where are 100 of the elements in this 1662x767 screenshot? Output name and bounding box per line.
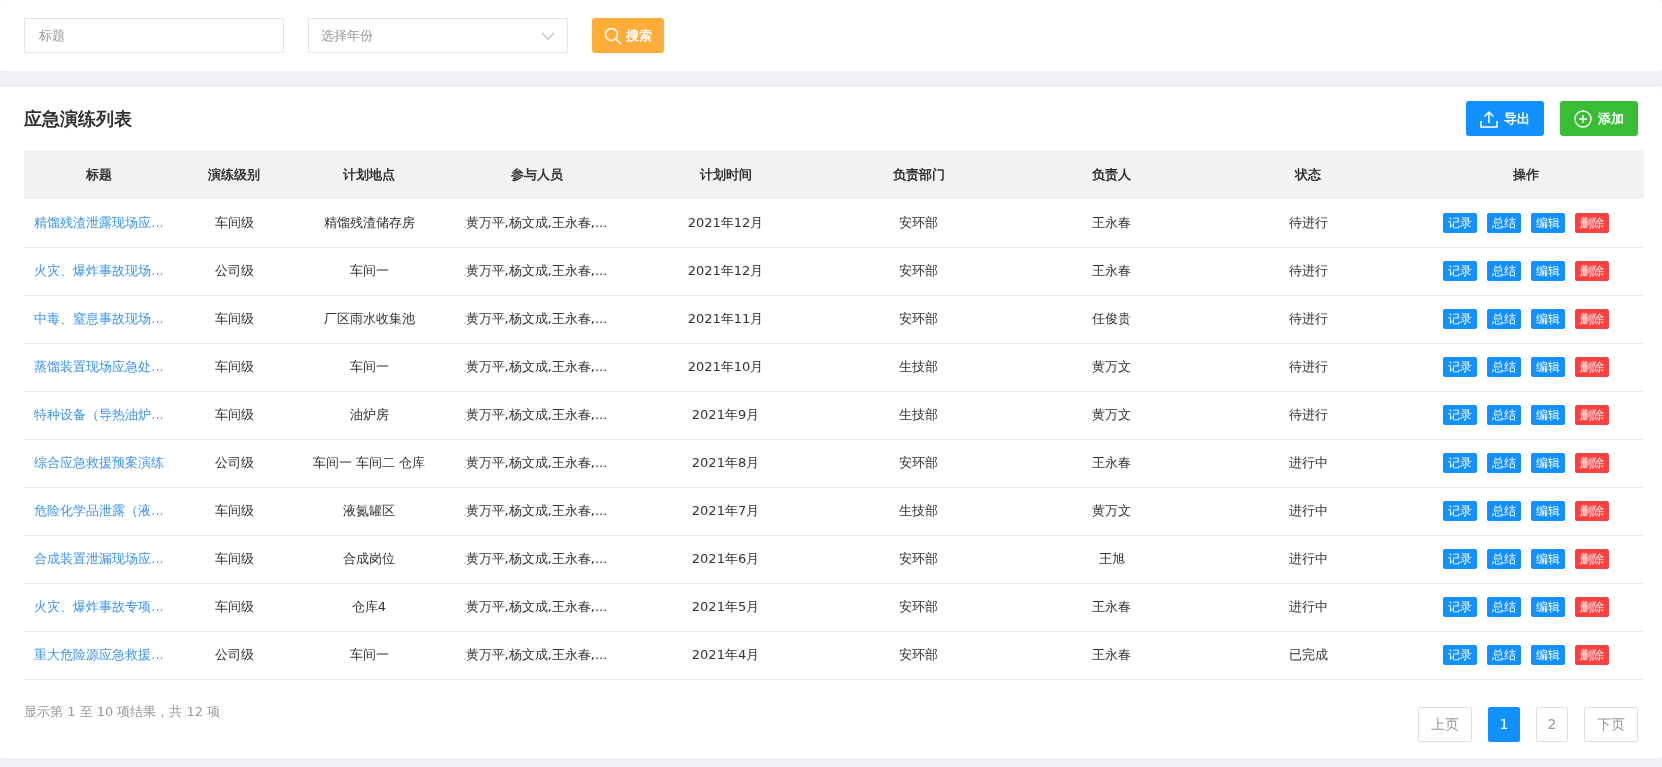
table-cell: 黄万文 bbox=[1092, 503, 1131, 519]
edit-button[interactable]: 编辑 bbox=[1531, 405, 1565, 425]
record-button[interactable]: 记录 bbox=[1443, 453, 1477, 473]
summary-button[interactable]: 总结 bbox=[1487, 549, 1521, 569]
edit-button[interactable]: 编辑 bbox=[1531, 309, 1565, 329]
summary-button[interactable]: 总结 bbox=[1487, 501, 1521, 521]
record-button[interactable]: 记录 bbox=[1443, 212, 1477, 233]
table-cell: 待进行 bbox=[1288, 215, 1328, 230]
table-cell: 2021年4月 bbox=[691, 647, 760, 663]
edit-button[interactable]: 编辑 bbox=[1531, 501, 1565, 521]
year-select[interactable]: 选择年份 bbox=[308, 18, 568, 53]
page-button[interactable]: 2 bbox=[1536, 706, 1568, 742]
page-button[interactable]: 1 bbox=[1488, 706, 1520, 742]
record-button[interactable]: 记录 bbox=[1443, 357, 1477, 377]
table-cell: 公司级 bbox=[214, 263, 254, 279]
edit-button[interactable]: 编辑 bbox=[1531, 453, 1565, 473]
table-cell: 王永春 bbox=[1092, 599, 1131, 615]
drill-title-link[interactable]: 火灾、爆炸事故专项... bbox=[34, 599, 164, 615]
drill-title-link[interactable]: 危险化学品泄露（液... bbox=[34, 503, 164, 519]
search-icon bbox=[604, 26, 622, 45]
delete-button[interactable]: 删除 bbox=[1575, 645, 1609, 665]
drill-title-link[interactable]: 中毒、窒息事故现场... bbox=[34, 311, 164, 327]
record-button[interactable]: 记录 bbox=[1443, 645, 1477, 665]
page-nav-button[interactable]: 上页 bbox=[1418, 706, 1472, 742]
edit-button[interactable]: 编辑 bbox=[1531, 212, 1565, 233]
table-cell: 车间一 bbox=[349, 647, 389, 663]
edit-button[interactable]: 编辑 bbox=[1531, 549, 1565, 569]
table-cell: 安环部 bbox=[899, 455, 938, 471]
drill-title-link[interactable]: 特种设备（导热油炉... bbox=[34, 407, 164, 423]
table-cell: 进行中 bbox=[1288, 503, 1328, 519]
column-header: 计划时间 bbox=[629, 150, 822, 199]
edit-button[interactable]: 编辑 bbox=[1531, 645, 1565, 665]
record-button[interactable]: 记录 bbox=[1443, 597, 1477, 617]
delete-button[interactable]: 删除 bbox=[1575, 309, 1609, 329]
table-cell: 仓库4 bbox=[351, 599, 387, 615]
table-cell: 2021年8月 bbox=[691, 455, 760, 471]
table-cell: 黄万平,杨文成,王永春,... bbox=[465, 551, 608, 567]
delete-button[interactable]: 删除 bbox=[1575, 453, 1609, 473]
table-cell: 王永春 bbox=[1092, 455, 1131, 471]
table-cell: 已完成 bbox=[1288, 647, 1328, 663]
drill-title-link[interactable]: 火灾、爆炸事故现场... bbox=[34, 263, 164, 279]
edit-button[interactable]: 编辑 bbox=[1531, 597, 1565, 617]
drill-title-link[interactable]: 综合应急救援预案演练 bbox=[34, 455, 164, 471]
table-cell: 生技部 bbox=[899, 407, 938, 423]
summary-button[interactable]: 总结 bbox=[1487, 212, 1521, 233]
table-cell: 待进行 bbox=[1288, 263, 1328, 279]
column-header: 负责人 bbox=[1015, 150, 1208, 199]
summary-button[interactable]: 总结 bbox=[1487, 357, 1521, 377]
delete-button[interactable]: 删除 bbox=[1575, 261, 1609, 281]
summary-button[interactable]: 总结 bbox=[1487, 261, 1521, 281]
delete-button[interactable]: 删除 bbox=[1575, 501, 1609, 521]
title-field[interactable]: 标题 bbox=[24, 18, 284, 53]
drill-title-link[interactable]: 重大危险源应急救援... bbox=[34, 647, 164, 663]
table-cell: 生技部 bbox=[899, 503, 938, 519]
record-button[interactable]: 记录 bbox=[1443, 549, 1477, 569]
table-cell: 安环部 bbox=[899, 263, 938, 279]
summary-button[interactable]: 总结 bbox=[1487, 597, 1521, 617]
table-cell: 2021年6月 bbox=[691, 551, 760, 567]
summary-button[interactable]: 总结 bbox=[1487, 645, 1521, 665]
delete-button[interactable]: 删除 bbox=[1575, 549, 1609, 569]
record-button[interactable]: 记录 bbox=[1443, 309, 1477, 329]
delete-button[interactable]: 删除 bbox=[1575, 357, 1609, 377]
column-header: 参与人员 bbox=[444, 150, 629, 199]
table-cell: 王永春 bbox=[1092, 647, 1131, 663]
table-cell: 2021年5月 bbox=[691, 599, 760, 615]
record-button[interactable]: 记录 bbox=[1443, 261, 1477, 281]
search-button[interactable]: 搜索 bbox=[592, 18, 664, 53]
edit-button[interactable]: 编辑 bbox=[1531, 357, 1565, 377]
drill-title-link[interactable]: 精馏残渣泄露现场应... bbox=[34, 215, 164, 230]
summary-button[interactable]: 总结 bbox=[1487, 309, 1521, 329]
delete-button[interactable]: 删除 bbox=[1575, 405, 1609, 425]
table-cell: 黄万平,杨文成,王永春,... bbox=[465, 599, 608, 615]
table-cell: 进行中 bbox=[1288, 599, 1328, 615]
export-button[interactable]: 导出 bbox=[1466, 101, 1544, 136]
table-cell: 黄万文 bbox=[1092, 359, 1131, 375]
table-cell: 王永春 bbox=[1092, 263, 1131, 279]
delete-button[interactable]: 删除 bbox=[1575, 212, 1609, 233]
summary-button[interactable]: 总结 bbox=[1487, 453, 1521, 473]
drill-title-link[interactable]: 蒸馏装置现场应急处... bbox=[34, 359, 164, 375]
chevron-down-icon bbox=[541, 31, 555, 40]
column-header: 计划地点 bbox=[294, 150, 444, 199]
table-cell: 厂区雨水收集池 bbox=[323, 311, 415, 327]
table-cell: 车间级 bbox=[214, 359, 254, 375]
record-button[interactable]: 记录 bbox=[1443, 405, 1477, 425]
record-button[interactable]: 记录 bbox=[1443, 501, 1477, 521]
page-nav-button[interactable]: 下页 bbox=[1584, 706, 1638, 742]
delete-button[interactable]: 删除 bbox=[1575, 597, 1609, 617]
plus-circle-icon bbox=[1574, 109, 1592, 128]
edit-button[interactable]: 编辑 bbox=[1531, 261, 1565, 281]
table-cell: 黄万平,杨文成,王永春,... bbox=[465, 455, 608, 471]
table-cell: 2021年9月 bbox=[691, 407, 760, 423]
table-cell: 黄万平,杨文成,王永春,... bbox=[465, 215, 608, 230]
table-cell: 车间一 bbox=[349, 263, 389, 279]
add-button[interactable]: 添加 bbox=[1560, 101, 1638, 136]
upload-icon bbox=[1480, 109, 1498, 128]
table-cell: 安环部 bbox=[899, 215, 938, 230]
summary-button[interactable]: 总结 bbox=[1487, 405, 1521, 425]
table-cell: 精馏残渣储存房 bbox=[323, 215, 415, 230]
table-cell: 车间级 bbox=[214, 407, 254, 423]
drill-title-link[interactable]: 合成装置泄漏现场应... bbox=[34, 551, 164, 567]
